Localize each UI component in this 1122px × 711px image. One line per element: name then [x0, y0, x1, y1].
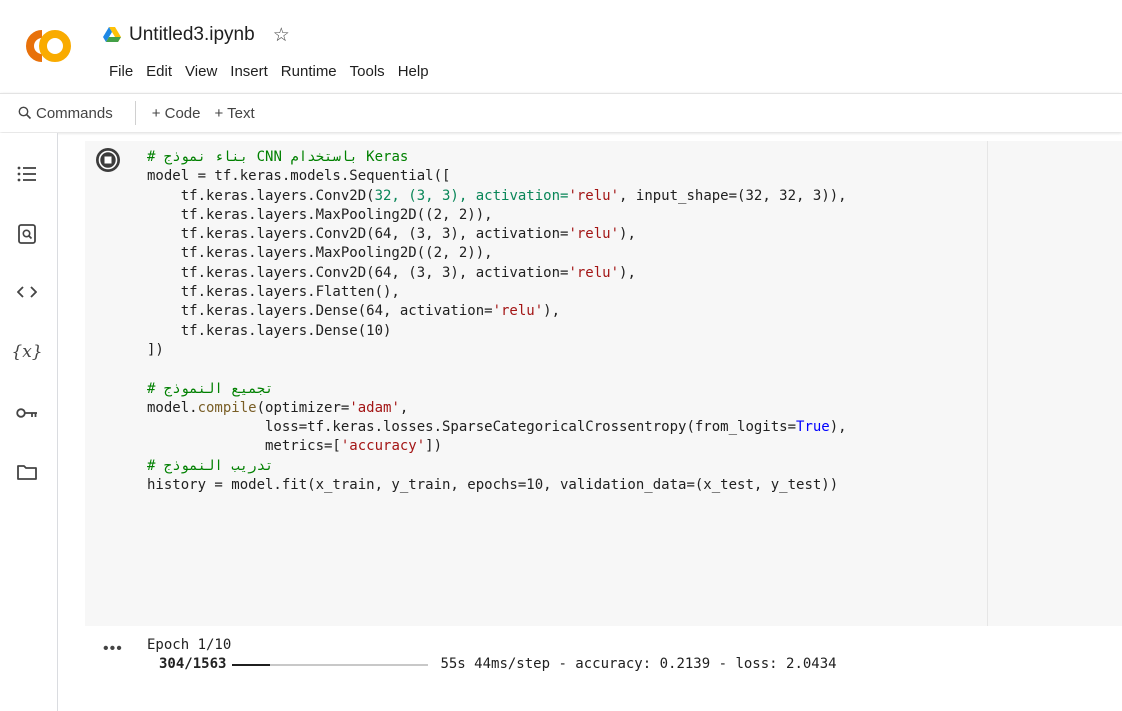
toolbar-divider — [134, 101, 136, 125]
code-function: compile — [197, 399, 257, 416]
key-icon — [16, 408, 37, 418]
colab-logo[interactable] — [18, 26, 80, 66]
epoch-label: Epoch 1/10 — [147, 637, 232, 653]
output-text: Epoch 1/10 304/1563 55s 44ms/step - accu… — [147, 636, 837, 674]
find-icon[interactable] — [14, 221, 40, 247]
code-string: 'relu' — [568, 264, 620, 281]
secrets-key-icon[interactable] — [14, 400, 40, 426]
code-string: 'relu' — [568, 226, 620, 243]
code-line: tf.keras.layers.MaxPooling2D((2, 2)), — [147, 245, 493, 262]
cell-output: ••• Epoch 1/10 304/1563 55s 44ms/step - … — [85, 626, 1122, 711]
find-icon-glyph — [18, 224, 36, 244]
toc-icon-glyph — [17, 166, 36, 182]
toolbar: Commands + Code + Text — [0, 93, 1122, 132]
progress-fill — [232, 663, 270, 666]
ruler-line — [987, 141, 988, 626]
code-line: ), — [619, 264, 636, 281]
code-string: 'accuracy' — [340, 438, 426, 455]
code-keyword: True — [796, 419, 830, 436]
code-line: 32, (3, 3), activation= — [374, 187, 569, 204]
variables-icon[interactable]: {x} — [11, 339, 42, 365]
code-line: tf.keras.layers.Flatten(), — [147, 284, 400, 301]
code-comment: # بناء نموذج CNN باستخدام Keras — [147, 149, 409, 165]
code-comment: # تجميع النموذج — [147, 380, 274, 397]
training-stats: 55s 44ms/step - accuracy: 0.2139 - loss:… — [440, 656, 837, 672]
add-code-button[interactable]: + Code — [152, 105, 201, 122]
code-comment: # تدريب النموذج — [147, 457, 274, 474]
menu-tools[interactable]: Tools — [350, 63, 385, 80]
code-string: 'relu' — [568, 187, 620, 204]
menu-edit[interactable]: Edit — [146, 63, 172, 80]
code-line: ), — [829, 419, 847, 436]
add-text-button[interactable]: + Text — [215, 105, 255, 122]
code-line: tf.keras.layers.Dense(64, activation= — [147, 303, 493, 320]
code-line: tf.keras.layers.MaxPooling2D((2, 2)), — [147, 206, 493, 223]
code-line: history = model.fit(x_train, y_train, ep… — [147, 477, 839, 494]
code-line: tf.keras.layers.Conv2D( — [147, 187, 375, 204]
menu-runtime[interactable]: Runtime — [281, 63, 337, 80]
code-line: metrics=[ — [147, 438, 341, 455]
google-drive-icon — [103, 27, 121, 42]
code-line: tf.keras.layers.Conv2D(64, (3, 3), activ… — [147, 226, 569, 243]
notebook-title[interactable]: Untitled3.ipynb — [129, 24, 255, 46]
code-cell[interactable]: # بناء نموذج CNN باستخدام Keras model = … — [85, 141, 1122, 626]
code-line: ]) — [147, 341, 164, 358]
commands-label: Commands — [36, 104, 113, 122]
menu-view[interactable]: View — [185, 63, 217, 80]
code-editor[interactable]: # بناء نموذج CNN باستخدام Keras model = … — [147, 148, 847, 495]
code-line: tf.keras.layers.Conv2D(64, (3, 3), activ… — [147, 264, 569, 281]
code-line: ), — [543, 303, 561, 320]
header: Untitled3.ipynb ☆ File Edit View Insert … — [0, 0, 1122, 93]
code-line: ]) — [425, 438, 443, 455]
search-icon — [18, 106, 32, 120]
toc-icon[interactable] — [14, 161, 40, 187]
code-snippets-icon[interactable] — [14, 279, 40, 305]
code-line: , — [399, 399, 409, 416]
add-code-label: + Code — [151, 104, 201, 122]
code-line: model. — [147, 399, 198, 416]
code-line: ), — [619, 226, 636, 243]
commands-button[interactable]: Commands — [18, 105, 113, 122]
menu-bar: File Edit View Insert Runtime Tools Help — [109, 63, 442, 80]
menu-file[interactable]: File — [109, 63, 133, 80]
files-folder-icon[interactable] — [14, 459, 40, 485]
code-line: tf.keras.layers.Dense(10) — [147, 322, 392, 339]
code-line: , input_shape=(32, 32, 3)), — [619, 187, 847, 204]
code-line: (optimizer= — [256, 399, 350, 416]
title-row: Untitled3.ipynb ☆ — [103, 22, 290, 48]
code-line: model = tf.keras.models.Sequential([ — [147, 168, 451, 185]
step-count: 304/1563 — [159, 656, 227, 672]
output-menu-icon[interactable]: ••• — [103, 640, 123, 658]
progress-row: 304/1563 55s 44ms/step - accuracy: 0.213… — [159, 655, 837, 674]
code-line: loss=tf.keras.losses.SparseCategoricalCr… — [147, 419, 797, 436]
add-text-label: + Text — [214, 104, 255, 122]
star-icon[interactable]: ☆ — [273, 24, 290, 47]
stop-execution-icon[interactable] — [95, 147, 121, 173]
code-string: 'adam' — [349, 399, 400, 416]
menu-help[interactable]: Help — [398, 63, 429, 80]
progress-bar — [232, 663, 429, 666]
folder-icon — [17, 465, 37, 480]
code-brackets-icon — [17, 286, 37, 298]
left-sidebar: {x} — [0, 133, 58, 711]
menu-insert[interactable]: Insert — [230, 63, 268, 80]
code-string: 'relu' — [492, 303, 544, 320]
